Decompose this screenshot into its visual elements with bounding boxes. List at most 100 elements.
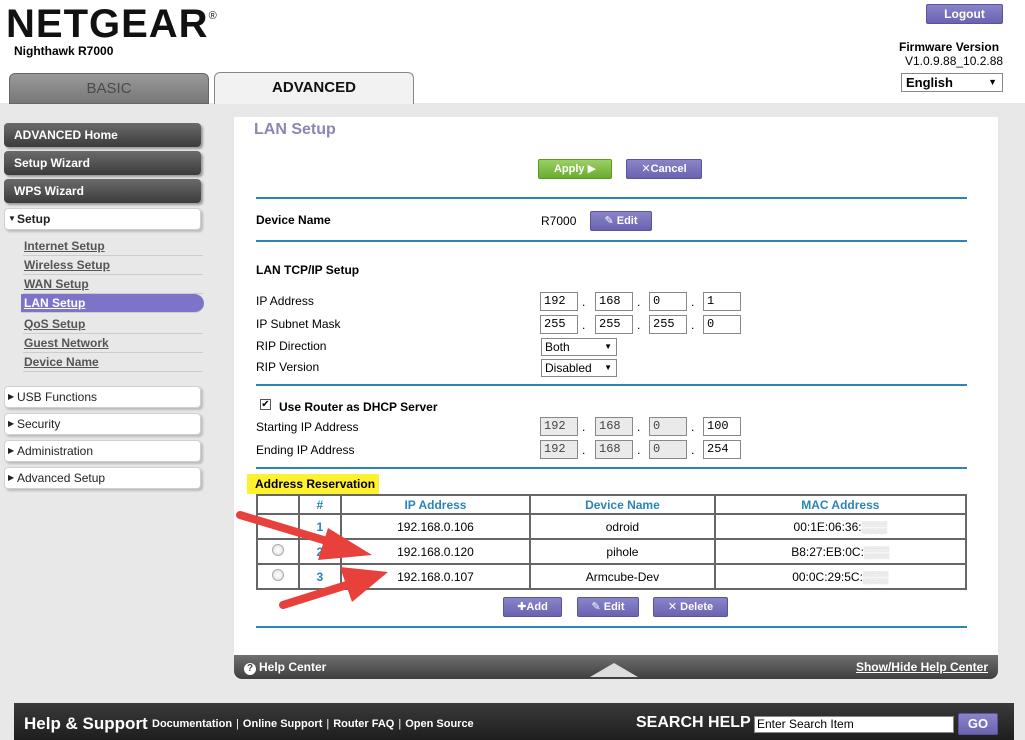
pencil-icon: ✎: [604, 215, 614, 227]
dot: .: [582, 318, 586, 332]
dhcp-checkbox[interactable]: ✔: [260, 399, 271, 410]
pencil-icon: ✎: [591, 601, 601, 613]
sidebar-section-security[interactable]: ▶ Security: [4, 413, 201, 435]
row-select: [256, 513, 300, 540]
dot: .: [691, 420, 695, 434]
dhcp-label: Use Router as DHCP Server: [279, 400, 438, 414]
sidebar-section-advanced-setup[interactable]: ▶ Advanced Setup: [4, 467, 201, 489]
open-source-link[interactable]: Open Source: [405, 718, 473, 730]
address-reservation-label: Address Reservation: [247, 474, 379, 494]
sidebar-item-wireless-setup[interactable]: Wireless Setup: [23, 256, 203, 275]
expand-triangle-icon[interactable]: [590, 663, 638, 677]
tab-advanced[interactable]: ADVANCED: [214, 72, 414, 104]
router-faq-link[interactable]: Router FAQ: [333, 718, 394, 730]
reservation-table: # IP Address Device Name MAC Address 1 1…: [256, 494, 968, 590]
firmware-version: V1.0.9.88_10.2.88: [905, 54, 1004, 68]
edit-reservation-button[interactable]: ✎ Edit: [577, 597, 639, 617]
row-radio[interactable]: [271, 569, 284, 581]
row-mac: 00:0C:29:5C:▒▒▒: [713, 563, 968, 590]
dot: .: [637, 443, 641, 457]
row-select[interactable]: [256, 563, 300, 590]
sidebar-section-setup[interactable]: ▼ Setup: [4, 208, 201, 230]
rip-direction-select[interactable]: Both ▼: [541, 338, 617, 356]
row-mac: 00:1E:06:36:▒▒▒: [713, 513, 968, 540]
sidebar-item-device-name[interactable]: Device Name: [23, 353, 203, 372]
chevron-down-icon: ▼: [604, 342, 612, 351]
row-device-name: pihole: [529, 538, 716, 565]
table-header-num: #: [297, 494, 342, 515]
table-header-select: [256, 494, 300, 515]
sidebar-item-qos-setup[interactable]: QoS Setup: [23, 315, 203, 334]
row-mac: B8:27:EB:0C:▒▒▒: [713, 538, 968, 565]
language-select[interactable]: English ▼: [901, 73, 1003, 92]
table-row[interactable]: 2 192.168.0.120 pihole B8:27:EB:0C:▒▒▒: [256, 538, 968, 565]
divider: [256, 384, 967, 386]
show-hide-help-link[interactable]: Show/Hide Help Center: [856, 660, 988, 674]
edit-device-name-button[interactable]: ✎ Edit: [590, 211, 652, 231]
table-row[interactable]: 3 192.168.0.107 Armcube-Dev 00:0C:29:5C:…: [256, 563, 968, 590]
sidebar-setup-wizard[interactable]: Setup Wizard: [4, 151, 201, 175]
ip-address-octet-4[interactable]: 1: [703, 292, 741, 311]
documentation-link[interactable]: Documentation: [152, 718, 232, 730]
end-ip-octet-4[interactable]: 254: [703, 440, 741, 459]
page-title: LAN Setup: [254, 121, 336, 138]
caret-down-icon: ▼: [8, 214, 16, 223]
row-radio[interactable]: [271, 544, 284, 556]
sidebar-section-usb-functions[interactable]: ▶ USB Functions: [4, 386, 201, 408]
row-select[interactable]: [256, 538, 300, 565]
start-ip-octet-1: 192: [540, 417, 578, 436]
row-ip: 192.168.0.107: [339, 563, 532, 590]
divider: [256, 626, 967, 628]
rip-version-label: RIP Version: [256, 360, 320, 374]
sidebar-item-wan-setup[interactable]: WAN Setup: [23, 275, 203, 294]
dot: .: [691, 443, 695, 457]
sidebar-item-guest-network[interactable]: Guest Network: [23, 334, 203, 353]
table-header-row: # IP Address Device Name MAC Address: [256, 494, 968, 515]
play-icon: ▶: [587, 163, 597, 175]
divider: [256, 240, 967, 242]
cancel-button[interactable]: ✕Cancel: [626, 159, 702, 179]
subnet-octet-2[interactable]: 255: [595, 315, 633, 334]
dot: .: [582, 295, 586, 309]
close-icon: ✕: [667, 601, 678, 613]
rip-version-select[interactable]: Disabled ▼: [541, 359, 617, 377]
tab-basic[interactable]: BASIC: [9, 73, 209, 104]
search-help-label: SEARCH HELP: [636, 714, 751, 731]
table-header-ip: IP Address: [339, 494, 532, 515]
sidebar-item-lan-setup[interactable]: LAN Setup: [21, 294, 204, 313]
add-button[interactable]: ✚Add: [503, 597, 562, 617]
rip-direction-label: RIP Direction: [256, 339, 327, 353]
end-ip-octet-3: 0: [649, 440, 687, 459]
logout-button[interactable]: Logout: [926, 4, 1003, 24]
subnet-octet-4[interactable]: 0: [703, 315, 741, 334]
online-support-link[interactable]: Online Support: [243, 718, 322, 730]
ip-address-octet-3[interactable]: 0: [649, 292, 687, 311]
start-ip-octet-4[interactable]: 100: [703, 417, 741, 436]
subnet-octet-3[interactable]: 255: [649, 315, 687, 334]
ip-address-label: IP Address: [256, 294, 314, 308]
delete-button[interactable]: ✕ Delete: [653, 597, 728, 617]
go-button[interactable]: GO: [958, 713, 998, 735]
apply-button[interactable]: Apply ▶: [538, 159, 612, 179]
dot: .: [637, 318, 641, 332]
table-row[interactable]: 1 192.168.0.106 odroid 00:1E:06:36:▒▒▒: [256, 513, 968, 540]
caret-right-icon: ▶: [8, 419, 15, 428]
footer-links: Documentation | Online Support | Router FAQ |…: [152, 718, 474, 730]
help-center-link[interactable]: ? Help Center: [244, 660, 326, 675]
sidebar-advanced-home[interactable]: ADVANCED Home: [4, 123, 201, 147]
ip-address-octet-2[interactable]: 168: [595, 292, 633, 311]
question-icon: ?: [244, 663, 256, 675]
dot: .: [637, 420, 641, 434]
help-bar: ? Help Center Show/Hide Help Center: [234, 655, 998, 679]
ip-address-octet-1[interactable]: 192: [540, 292, 578, 311]
dot: .: [691, 295, 695, 309]
lan-section-title: LAN TCP/IP Setup: [256, 263, 360, 277]
subnet-octet-1[interactable]: 255: [540, 315, 578, 334]
sidebar-wps-wizard[interactable]: WPS Wizard: [4, 179, 201, 203]
search-input[interactable]: Enter Search Item: [754, 716, 954, 733]
row-num: 1: [297, 513, 342, 540]
sidebar-section-administration[interactable]: ▶ Administration: [4, 440, 201, 462]
divider: [256, 467, 967, 469]
device-name-label: Device Name: [256, 213, 331, 227]
sidebar-item-internet-setup[interactable]: Internet Setup: [23, 237, 203, 256]
